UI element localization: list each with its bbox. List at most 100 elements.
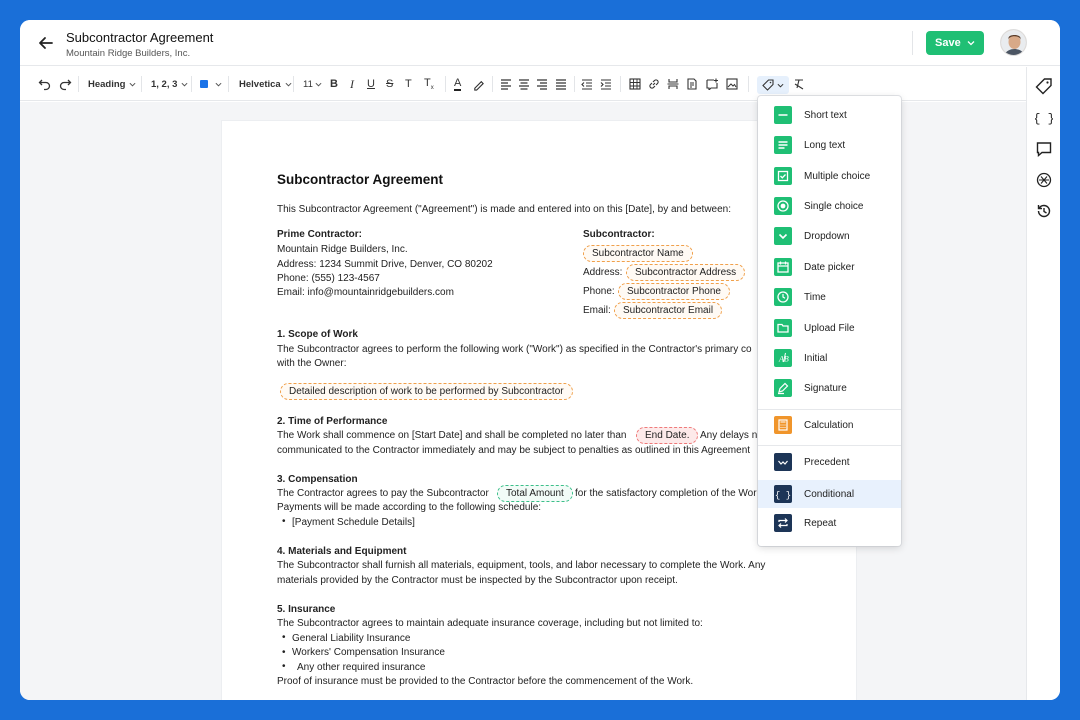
section-4-heading: 4. Materials and Equipment <box>277 546 407 557</box>
insurance-item: Any other required insurance <box>297 662 426 673</box>
sub-email-field[interactable]: Subcontractor Email <box>614 302 723 319</box>
bullet: • <box>282 647 286 658</box>
repeat-icon <box>774 514 792 532</box>
total-amount-field[interactable]: Total Amount <box>497 485 573 502</box>
menu-item-label: Long text <box>804 139 846 151</box>
style-select-label: Heading <box>88 78 126 90</box>
italic-icon[interactable]: I <box>350 76 354 92</box>
history-icon[interactable] <box>1035 202 1053 220</box>
color-swatch-icon <box>200 80 208 88</box>
menu-item-initial[interactable]: AB Initial <box>758 344 901 372</box>
menu-item-label: Calculation <box>804 419 854 431</box>
menu-item-repeat[interactable]: Repeat <box>758 509 901 537</box>
highlighter-icon[interactable] <box>472 76 485 92</box>
tag-icon[interactable] <box>1035 77 1053 95</box>
menu-item-label: Dropdown <box>804 230 850 242</box>
back-arrow-icon[interactable] <box>36 33 56 53</box>
menu-item-long-text[interactable]: Long text <box>758 131 901 159</box>
end-date-field[interactable]: End Date. <box>636 427 699 444</box>
prime-phone: Phone: (555) 123-4567 <box>277 273 380 284</box>
menu-item-label: Conditional <box>804 488 855 500</box>
outdent-icon[interactable] <box>581 76 593 92</box>
document-subtitle: Mountain Ridge Builders, Inc. <box>66 48 191 59</box>
section-3-line1b: for the satisfactory completion of the W… <box>575 488 757 499</box>
app-header: Subcontractor Agreement Mountain Ridge B… <box>20 20 1060 66</box>
style-select[interactable]: Heading <box>88 76 136 92</box>
menu-item-label: Precedent <box>804 456 850 468</box>
text-color-select[interactable] <box>200 76 222 92</box>
table-icon[interactable] <box>629 76 641 92</box>
precedent-icon <box>774 453 792 471</box>
strikethrough-icon[interactable]: S <box>386 76 393 92</box>
ai-assistant-icon[interactable] <box>1035 171 1053 189</box>
menu-item-label: Initial <box>804 352 828 364</box>
redo-icon[interactable] <box>58 76 72 92</box>
chevron-down-icon[interactable] <box>967 39 975 47</box>
scope-field[interactable]: Detailed description of work to be perfo… <box>280 383 573 400</box>
menu-item-time[interactable]: Time <box>758 283 901 311</box>
toolbar-divider <box>141 76 142 92</box>
align-center-icon[interactable] <box>518 76 530 92</box>
clear-style-icon[interactable]: Tx <box>424 76 434 92</box>
sub-phone-label: Phone: <box>583 286 615 297</box>
menu-item-signature[interactable]: Signature <box>758 374 901 402</box>
clock-icon <box>774 288 792 306</box>
clear-format-icon[interactable] <box>793 76 805 92</box>
menu-item-calculation[interactable]: Calculation <box>758 411 901 439</box>
document-icon[interactable] <box>686 76 698 92</box>
sub-phone-field[interactable]: Subcontractor Phone <box>618 283 730 300</box>
bold-icon[interactable]: B <box>330 76 338 92</box>
sub-address-field[interactable]: Subcontractor Address <box>626 264 746 281</box>
avatar[interactable] <box>1000 29 1027 56</box>
app-window: Subcontractor Agreement Mountain Ridge B… <box>20 20 1060 700</box>
menu-item-short-text[interactable]: Short text <box>758 101 901 129</box>
align-justify-icon[interactable] <box>555 76 567 92</box>
toolbar-divider <box>748 76 749 92</box>
right-rail: { } <box>1026 67 1060 700</box>
section-5-heading: 5. Insurance <box>277 604 336 615</box>
field-tag-button[interactable] <box>757 76 789 94</box>
svg-text:AB: AB <box>778 355 789 364</box>
indent-icon[interactable] <box>600 76 612 92</box>
intro-text: This Subcontractor Agreement ("Agreement… <box>277 204 732 215</box>
braces-icon[interactable]: { } <box>1033 109 1055 127</box>
underline-icon[interactable]: U <box>367 76 375 92</box>
font-size-select[interactable]: 11 <box>303 76 322 92</box>
menu-item-date-picker[interactable]: Date picker <box>758 253 901 281</box>
font-select[interactable]: Helvetica <box>239 76 292 92</box>
sub-name-field[interactable]: Subcontractor Name <box>583 245 693 262</box>
prime-name: Mountain Ridge Builders, Inc. <box>277 244 408 255</box>
list-style-select[interactable]: 1, 2, 3 <box>151 76 188 92</box>
menu-item-precedent[interactable]: Precedent <box>758 448 901 476</box>
save-button[interactable]: Save <box>926 31 984 55</box>
section-5-line2: Proof of insurance must be provided to t… <box>277 676 694 687</box>
long-text-icon <box>774 136 792 154</box>
menu-item-upload-file[interactable]: Upload File <box>758 314 901 342</box>
comment-icon[interactable] <box>1035 140 1053 158</box>
menu-divider <box>758 409 901 410</box>
undo-icon[interactable] <box>38 76 52 92</box>
calendar-icon <box>774 258 792 276</box>
prime-email: Email: info@mountainridgebuilders.com <box>277 287 454 298</box>
font-color-icon[interactable]: A <box>454 76 462 92</box>
page-break-icon[interactable] <box>667 76 679 92</box>
align-left-icon[interactable] <box>500 76 512 92</box>
text-style-icon[interactable]: T <box>405 76 412 92</box>
menu-item-conditional[interactable]: { } Conditional <box>758 480 901 508</box>
toolbar-divider <box>492 76 493 92</box>
image-icon[interactable] <box>726 76 738 92</box>
menu-item-label: Short text <box>804 109 847 121</box>
align-right-icon[interactable] <box>536 76 548 92</box>
section-2-line2: communicated to the Contractor immediate… <box>277 445 751 456</box>
sub-email-label: Email: <box>583 305 611 316</box>
menu-item-single-choice[interactable]: Single choice <box>758 192 901 220</box>
menu-item-dropdown[interactable]: Dropdown <box>758 222 901 250</box>
chevron-down-icon <box>129 82 136 87</box>
chevron-down-icon <box>285 82 292 87</box>
comment-add-icon[interactable] <box>706 76 718 92</box>
link-icon[interactable] <box>648 76 660 92</box>
chevron-down-icon <box>315 82 322 87</box>
menu-item-multiple-choice[interactable]: Multiple choice <box>758 162 901 190</box>
chevron-down-icon <box>181 82 188 87</box>
menu-item-label: Time <box>804 291 826 303</box>
